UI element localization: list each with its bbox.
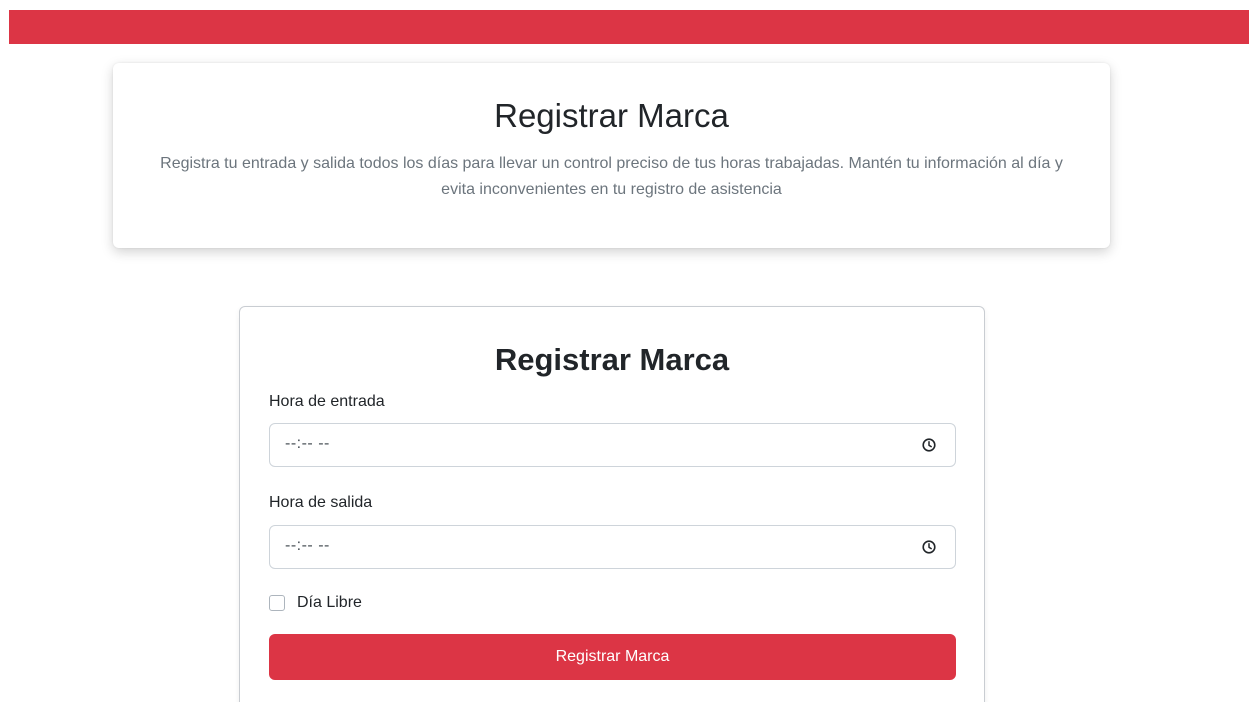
form-title: Registrar Marca [494,342,730,377]
top-banner [9,10,1249,44]
page-description: Registra tu entrada y salida todos los d… [160,155,1063,198]
header-card: Registrar Marca Registra tu entrada y sa… [113,63,1110,248]
exit-time-value: --:-- -- [285,537,330,554]
exit-time-input[interactable]: --:-- -- [269,525,956,569]
day-off-label: Día Libre [297,594,362,611]
register-form-card: Registrar Marca Hora de entrada --:-- --… [239,306,985,702]
entry-time-input[interactable]: --:-- -- [269,423,956,467]
exit-time-label: Hora de salida [269,494,373,511]
day-off-row[interactable]: Día Libre [269,593,362,613]
page-title: Registrar Marca [494,97,729,134]
entry-time-value: --:-- -- [285,435,330,452]
day-off-checkbox[interactable] [269,595,285,611]
clock-icon[interactable] [922,540,936,554]
clock-icon[interactable] [922,438,936,452]
entry-time-label: Hora de entrada [269,393,385,410]
register-submit-button[interactable]: Registrar Marca [269,634,956,680]
